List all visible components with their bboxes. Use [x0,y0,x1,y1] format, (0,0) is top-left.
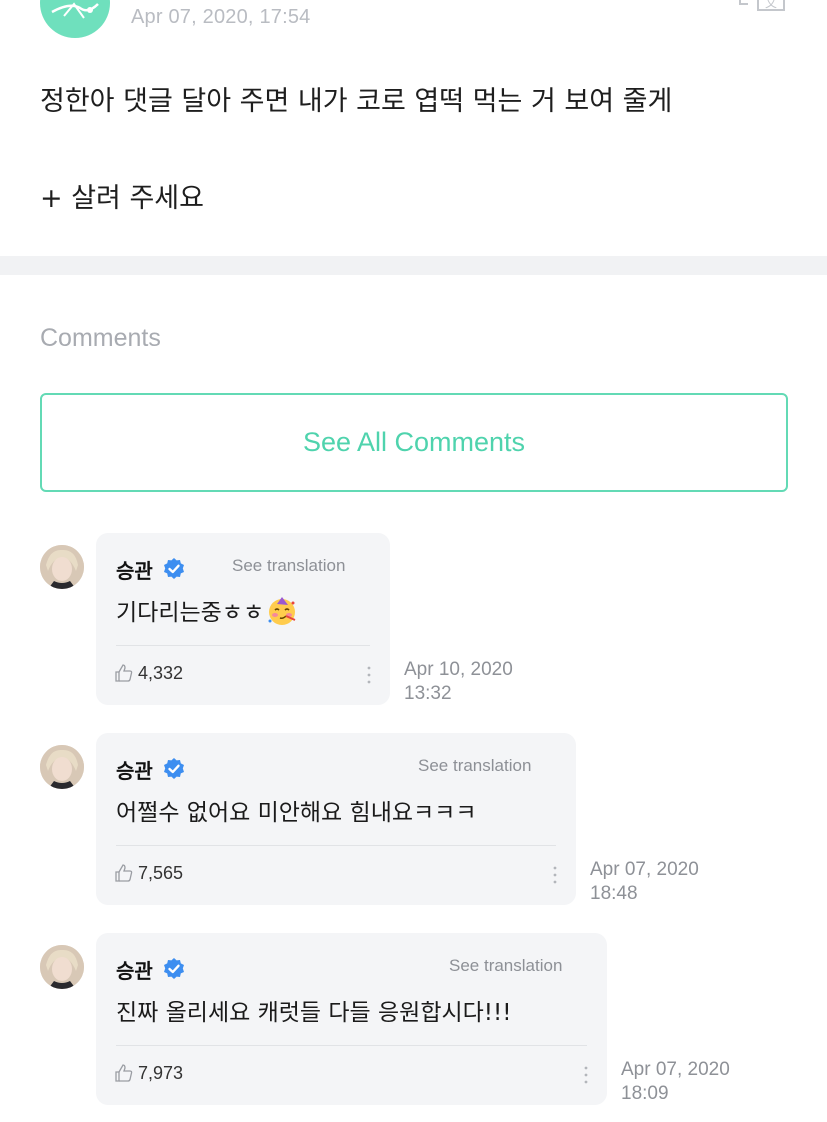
commenter-avatar[interactable] [40,545,84,589]
post-text-line: 정한아 댓글 달아 주면 내가 코로 엽떡 먹는 거 보여 줄게 [40,86,673,117]
partying-face-emoji-icon [266,595,298,633]
comment-separator [116,1045,587,1046]
comment-date: Apr 07, 2020 18:48 [590,858,699,906]
comment-date-day: Apr 10, 2020 [404,659,513,680]
see-translation-link[interactable]: See translation [418,756,531,776]
comment-text: 진짜 올리세요 캐럿들 다들 응원합시다!!! [116,1000,512,1026]
comment-bubble: 승관 See translation 기다리는중ㅎㅎ 4,332 [96,533,390,705]
commenter-name[interactable]: 승관 [116,955,153,984]
more-options-icon[interactable] [583,1065,589,1085]
commenter-avatar[interactable] [40,745,84,789]
see-all-comments-label: See All Comments [302,427,526,457]
post-body: 정한아 댓글 달아 주면 내가 코로 엽떡 먹는 거 보여 줄게 + 살려 주세… [40,80,800,221]
thumbs-up-icon[interactable] [114,863,134,883]
like-count: 4,332 [138,663,184,683]
svg-text:文: 文 [765,0,777,10]
comment-bubble: 승관 See translation 어쩔수 없어요 미안해요 힘내요ㅋㅋㅋ 7… [96,733,576,905]
comment-date-day: Apr 07, 2020 [621,1059,730,1080]
see-all-comments-button[interactable]: See All Comments [40,393,788,492]
translate-icon[interactable]: 文 [738,0,788,18]
comments-heading: Comments [40,324,161,352]
verified-badge-icon [164,758,184,779]
post-author-avatar[interactable] [40,0,110,38]
comment-separator [116,645,370,646]
more-options-icon[interactable] [366,665,372,685]
verified-badge-icon [164,558,184,579]
section-divider [0,256,827,275]
comment-text-body: 기다리는중ㅎㅎ [116,600,265,626]
thumbs-up-icon[interactable] [114,663,134,683]
post-text-line: + 살려 주세요 [40,183,204,214]
commenter-avatar[interactable] [40,945,84,989]
comment-separator [116,845,556,846]
comment-text: 어쩔수 없어요 미안해요 힘내요ㅋㅋㅋ [116,800,477,826]
post-date: Apr 07, 2020, 17:54 [131,6,311,28]
comment-date: Apr 10, 2020 13:32 [404,658,513,706]
see-translation-link[interactable]: See translation [449,956,562,976]
comment-date-time: 18:09 [621,1083,669,1104]
like-count: 7,973 [138,1063,184,1083]
more-options-icon[interactable] [552,865,558,885]
commenter-name[interactable]: 승관 [116,555,153,584]
comment-bubble: 승관 See translation 진짜 올리세요 캐럿들 다들 응원합시다!… [96,933,607,1105]
verified-badge-icon [164,958,184,979]
like-count: 7,565 [138,863,184,883]
comment-date-time: 13:32 [404,683,452,704]
commenter-name[interactable]: 승관 [116,755,153,784]
comment-date-time: 18:48 [590,883,638,904]
thumbs-up-icon[interactable] [114,1063,134,1083]
comment-date: Apr 07, 2020 18:09 [621,1058,730,1106]
comment-text: 기다리는중ㅎㅎ [116,593,298,633]
see-translation-link[interactable]: See translation [232,556,345,576]
comment-date-day: Apr 07, 2020 [590,859,699,880]
post-header: Apr 07, 2020, 17:54 文 [0,0,827,60]
